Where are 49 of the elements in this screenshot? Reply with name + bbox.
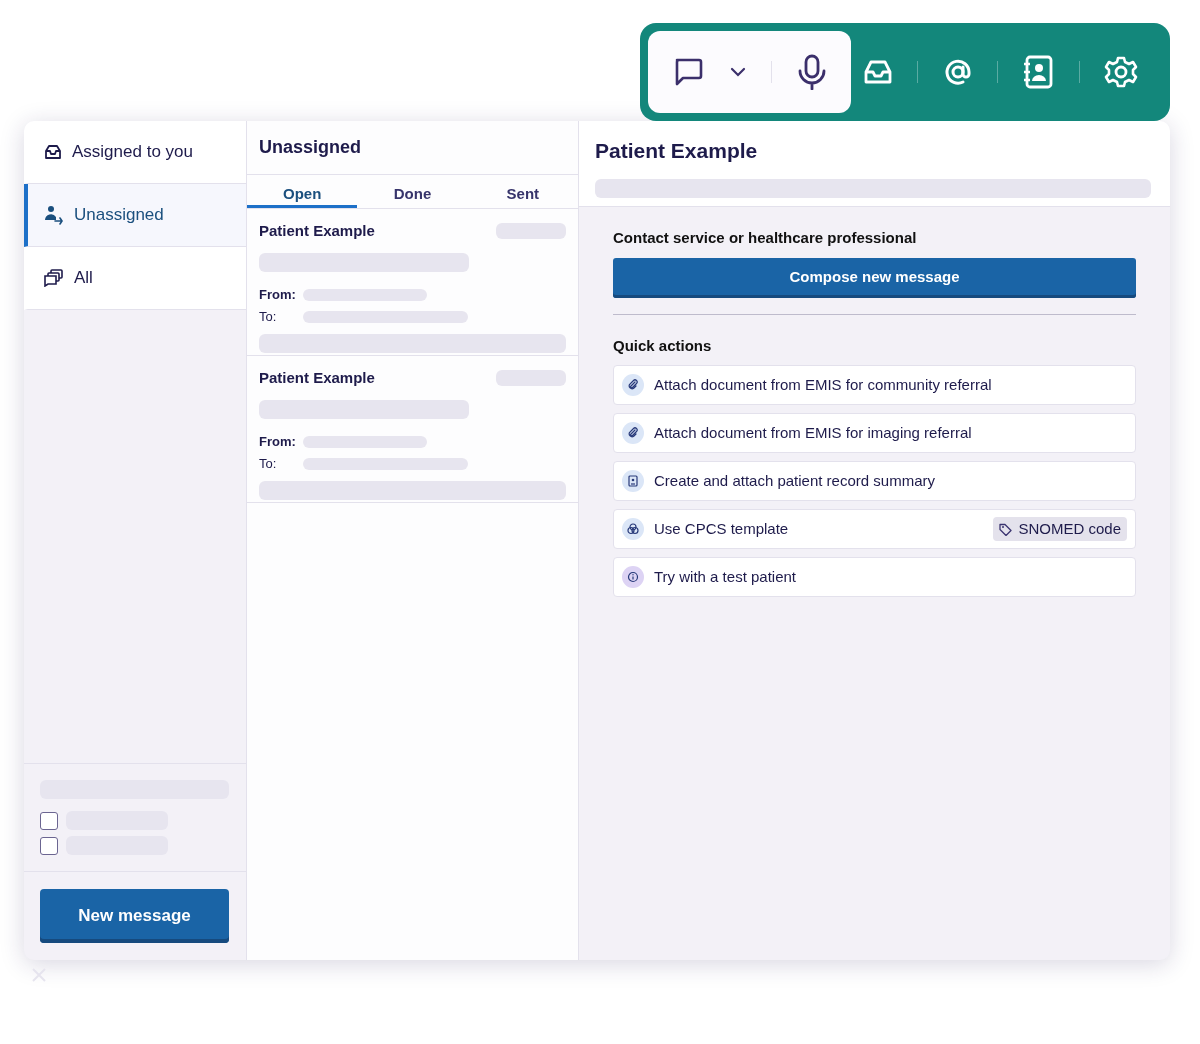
tab[interactable]: Open bbox=[247, 175, 358, 208]
pills-icon bbox=[627, 523, 639, 535]
action-label: Try with a test patient bbox=[654, 566, 796, 587]
checkbox[interactable] bbox=[40, 836, 58, 855]
to-label: To: bbox=[259, 307, 278, 326]
quick-action[interactable]: Try with a test patient bbox=[613, 557, 1136, 597]
section-heading: Contact service or healthcare professional bbox=[613, 228, 918, 248]
new-message-button[interactable]: New message bbox=[40, 889, 229, 943]
person-arrow-icon bbox=[44, 205, 64, 225]
sidebar-item[interactable]: All bbox=[24, 247, 246, 310]
quick-action[interactable]: Create and attach patient record summary bbox=[613, 461, 1136, 501]
patient-title: Patient Example bbox=[595, 138, 759, 164]
message-item[interactable]: Patient Example From: To: bbox=[247, 356, 578, 503]
document-icon bbox=[628, 475, 638, 487]
stacked-chats-icon bbox=[44, 269, 64, 287]
quick-action[interactable]: Use CPCS template SNOMED code bbox=[613, 509, 1136, 549]
tag-label: SNOMED code bbox=[1018, 518, 1121, 539]
to-label: To: bbox=[259, 454, 278, 473]
sidebar-item[interactable]: Unassigned bbox=[24, 184, 246, 247]
quick-action[interactable]: Attach document from EMIS for imaging referral bbox=[613, 413, 1136, 453]
settings-icon[interactable] bbox=[1103, 55, 1138, 89]
section-heading: Quick actions bbox=[613, 335, 713, 356]
tab[interactable]: Sent bbox=[467, 175, 578, 208]
tag-icon bbox=[999, 522, 1013, 536]
list-title: Unassigned bbox=[259, 136, 362, 159]
inbox-icon[interactable] bbox=[863, 59, 894, 85]
inbox-icon bbox=[44, 144, 62, 160]
action-label: Attach document from EMIS for imaging referral bbox=[654, 422, 972, 443]
patient-name: Patient Example bbox=[259, 221, 375, 241]
sidebar-item[interactable]: Assigned to you bbox=[24, 121, 246, 184]
info-icon bbox=[627, 571, 639, 583]
action-label: Create and attach patient record summary bbox=[654, 470, 935, 491]
checkbox[interactable] bbox=[40, 811, 58, 830]
from-label: From: bbox=[259, 432, 297, 451]
action-label: Use CPCS template bbox=[654, 518, 789, 539]
quick-action[interactable]: Attach document from EMIS for community referral bbox=[613, 365, 1136, 405]
message-item[interactable]: Patient Example From: To: bbox=[247, 209, 578, 356]
microphone-icon[interactable] bbox=[796, 54, 827, 90]
compose-message-button[interactable]: Compose new message bbox=[613, 257, 1136, 298]
paperclip-icon bbox=[627, 427, 639, 439]
address-book-icon[interactable] bbox=[1022, 55, 1055, 89]
from-label: From: bbox=[259, 285, 297, 304]
caret-icon[interactable] bbox=[729, 67, 746, 77]
skeleton-bar bbox=[496, 223, 566, 240]
paperclip-icon bbox=[627, 379, 639, 391]
patient-name: Patient Example bbox=[259, 368, 375, 388]
skeleton-bar bbox=[496, 370, 566, 387]
action-label: Attach document from EMIS for community referral bbox=[654, 374, 992, 395]
tab[interactable]: Done bbox=[357, 175, 468, 208]
